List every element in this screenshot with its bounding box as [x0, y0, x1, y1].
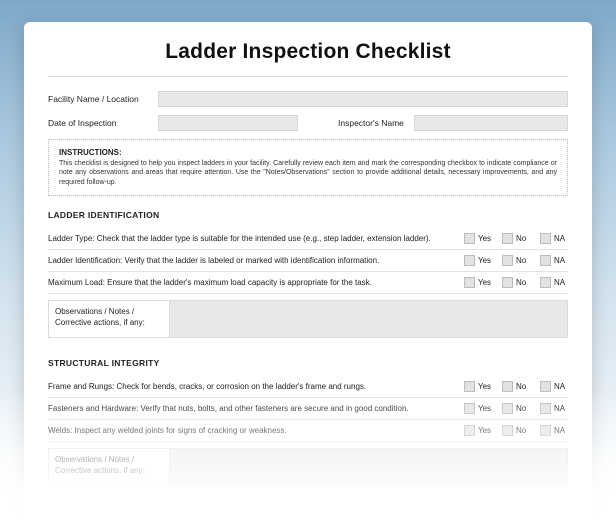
- checkbox-yes[interactable]: [464, 425, 475, 436]
- instructions-heading: INSTRUCTIONS:: [59, 148, 557, 157]
- checkbox-no[interactable]: [502, 255, 513, 266]
- option-group: Yes No NA: [464, 425, 568, 436]
- check-row: Fasteners and Hardware: Verify that nuts…: [48, 398, 568, 420]
- option-group: Yes No NA: [464, 277, 568, 288]
- check-text: Ladder Identification: Verify that the l…: [48, 256, 456, 266]
- opt-na-label: NA: [554, 404, 568, 413]
- inspector-label: Inspector's Name: [338, 118, 404, 128]
- checkbox-no[interactable]: [502, 403, 513, 414]
- opt-yes-label: Yes: [478, 256, 492, 265]
- notes-row: Observations / Notes / Corrective action…: [48, 448, 568, 486]
- check-row: Welds: Inspect any welded joints for sig…: [48, 420, 568, 442]
- checkbox-yes[interactable]: [464, 277, 475, 288]
- checkbox-na[interactable]: [540, 255, 551, 266]
- opt-yes-label: Yes: [478, 426, 492, 435]
- facility-input[interactable]: [158, 91, 568, 107]
- date-input[interactable]: [158, 115, 298, 131]
- opt-no-label: No: [516, 404, 530, 413]
- checkbox-no[interactable]: [502, 381, 513, 392]
- opt-na-label: NA: [554, 256, 568, 265]
- facility-row: Facility Name / Location: [48, 91, 568, 107]
- check-row: Ladder Type: Check that the ladder type …: [48, 228, 568, 250]
- checkbox-yes[interactable]: [464, 403, 475, 414]
- checkbox-yes[interactable]: [464, 381, 475, 392]
- instructions-box: INSTRUCTIONS: This checklist is designed…: [48, 139, 568, 196]
- notes-row: Observations / Notes / Corrective action…: [48, 300, 568, 338]
- check-text: Welds: Inspect any welded joints for sig…: [48, 426, 456, 436]
- check-row: Maximum Load: Ensure that the ladder's m…: [48, 272, 568, 294]
- opt-yes-label: Yes: [478, 234, 492, 243]
- checkbox-na[interactable]: [540, 277, 551, 288]
- page-title: Ladder Inspection Checklist: [48, 40, 568, 64]
- checkbox-no[interactable]: [502, 233, 513, 244]
- checkbox-no[interactable]: [502, 425, 513, 436]
- opt-na-label: NA: [554, 234, 568, 243]
- date-label: Date of Inspection: [48, 118, 148, 128]
- date-inspector-row: Date of Inspection Inspector's Name: [48, 115, 568, 131]
- document-sheet: Ladder Inspection Checklist Facility Nam…: [24, 22, 592, 528]
- checkbox-na[interactable]: [540, 233, 551, 244]
- opt-na-label: NA: [554, 278, 568, 287]
- opt-yes-label: Yes: [478, 278, 492, 287]
- checkbox-na[interactable]: [540, 403, 551, 414]
- opt-no-label: No: [516, 256, 530, 265]
- facility-label: Facility Name / Location: [48, 94, 148, 104]
- checkbox-no[interactable]: [502, 277, 513, 288]
- section-title: LADDER IDENTIFICATION: [48, 210, 568, 220]
- check-text: Maximum Load: Ensure that the ladder's m…: [48, 278, 456, 288]
- checkbox-na[interactable]: [540, 381, 551, 392]
- opt-no-label: No: [516, 234, 530, 243]
- notes-input[interactable]: [169, 301, 567, 337]
- option-group: Yes No NA: [464, 233, 568, 244]
- opt-no-label: No: [516, 426, 530, 435]
- divider: [48, 76, 568, 77]
- check-text: Fasteners and Hardware: Verify that nuts…: [48, 404, 456, 414]
- check-text: Frame and Rungs: Check for bends, cracks…: [48, 382, 456, 392]
- option-group: Yes No NA: [464, 381, 568, 392]
- opt-no-label: No: [516, 278, 530, 287]
- option-group: Yes No NA: [464, 403, 568, 414]
- inspector-input[interactable]: [414, 115, 568, 131]
- opt-yes-label: Yes: [478, 382, 492, 391]
- opt-na-label: NA: [554, 382, 568, 391]
- notes-label: Observations / Notes / Corrective action…: [49, 301, 159, 337]
- check-row: Frame and Rungs: Check for bends, cracks…: [48, 376, 568, 398]
- notes-label: Observations / Notes / Corrective action…: [49, 449, 159, 485]
- opt-no-label: No: [516, 382, 530, 391]
- checkbox-na[interactable]: [540, 425, 551, 436]
- checkbox-yes[interactable]: [464, 255, 475, 266]
- option-group: Yes No NA: [464, 255, 568, 266]
- check-row: Ladder Identification: Verify that the l…: [48, 250, 568, 272]
- check-text: Ladder Type: Check that the ladder type …: [48, 234, 456, 244]
- opt-yes-label: Yes: [478, 404, 492, 413]
- checkbox-yes[interactable]: [464, 233, 475, 244]
- opt-na-label: NA: [554, 426, 568, 435]
- notes-input[interactable]: [169, 449, 567, 485]
- instructions-body: This checklist is designed to help you i…: [59, 159, 557, 187]
- section-title: STRUCTURAL INTEGRITY: [48, 358, 568, 368]
